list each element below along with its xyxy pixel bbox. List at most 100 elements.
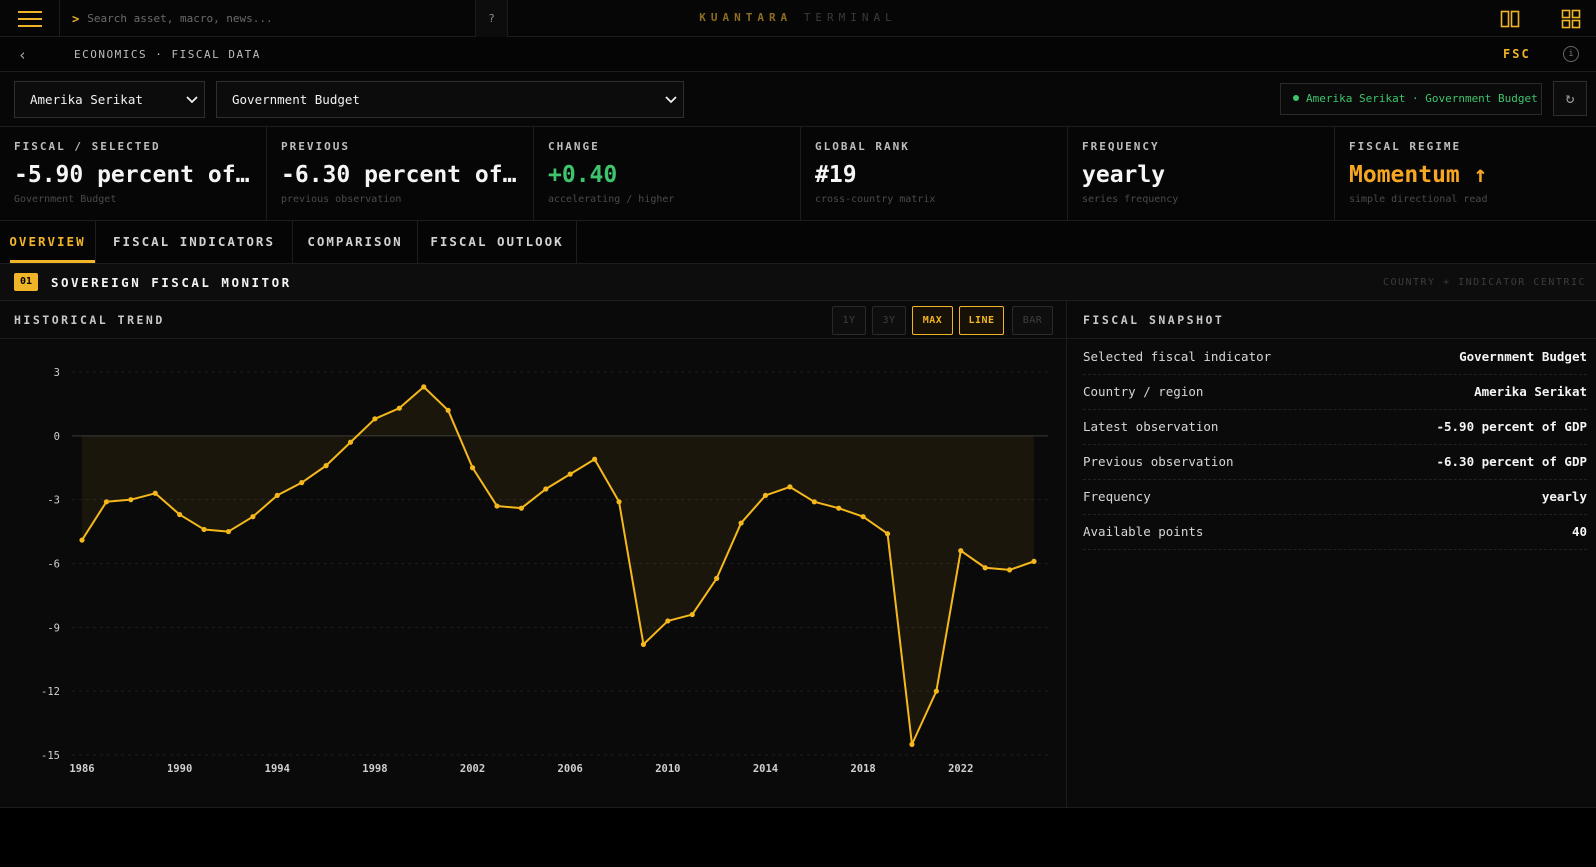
data-point [884,531,891,537]
country-select-value: Amerika Serikat [30,92,143,107]
range-1y-button[interactable]: 1Y [832,306,866,335]
snapshot-value: 40 [1571,524,1587,539]
bar-mode-button[interactable]: BAR [1012,306,1053,335]
brand-primary: KUANTARA [699,11,793,24]
data-point [933,688,939,694]
breadcrumb: ECONOMICS · FISCAL DATA [74,48,261,61]
chevron-down-icon [665,96,677,104]
data-point [469,465,476,471]
section-number-badge: 01 [14,273,38,291]
y-tick-label: -6 [47,559,60,571]
section-header: 01 SOVEREIGN FISCAL MONITOR COUNTRY + IN… [0,264,1596,301]
x-tick-label: 2002 [460,763,485,775]
snapshot-value: yearly [1541,489,1587,504]
menu-button[interactable] [0,0,60,37]
grid-view-icon[interactable] [1561,9,1581,29]
split-view-icon[interactable] [1500,9,1520,29]
help-button[interactable]: ? [476,0,508,37]
stat-subtitle: simple directional read [1349,194,1488,205]
data-point [762,492,769,499]
data-point [103,499,110,505]
range-max-button[interactable]: MAX [912,306,953,335]
data-point [1006,567,1013,573]
search-input[interactable] [87,12,468,25]
indicator-select[interactable]: Government Budget [216,81,684,118]
data-point [518,505,524,511]
stat-label: FISCAL REGIME [1349,140,1462,153]
stat-value: +0.40 [548,162,618,188]
data-point [128,497,134,503]
x-tick-label: 2010 [655,763,680,775]
range-3y-button[interactable]: 3Y [872,306,906,335]
breadcrumb-bar: ‹ ECONOMICS · FISCAL DATA FSC i [0,37,1596,72]
fiscal-snapshot-panel: FISCAL SNAPSHOT Selected fiscal indicato… [1067,301,1596,808]
x-tick-label: 1986 [69,763,94,775]
data-point [787,484,793,490]
snapshot-value: -6.30 percent of GDP [1436,454,1587,469]
data-point [250,514,256,520]
snapshot-row: Available points 40 [1083,515,1587,550]
tab-bar: OVERVIEW FISCAL INDICATORS COMPARISON FI… [0,221,1596,264]
data-point [616,499,622,505]
stat-label: FREQUENCY [1082,140,1160,153]
data-point [323,463,329,469]
y-tick-label: -3 [47,495,60,507]
data-point [714,575,720,581]
section-tag: COUNTRY + INDICATOR CENTRIC [1382,277,1586,288]
tab-comparison[interactable]: COMPARISON [293,221,418,263]
data-point [689,611,695,618]
stats-strip: FISCAL / SELECTED -5.90 percent of GDP G… [0,127,1596,221]
brand-secondary: TERMINAL [803,11,897,24]
section-title: SOVEREIGN FISCAL MONITOR [51,275,292,290]
snapshot-row: Selected fiscal indicator Government Bud… [1083,340,1587,375]
stat-label: FISCAL / SELECTED [14,140,161,153]
x-tick-label: 1994 [265,763,290,775]
stat-subtitle: Government Budget [14,194,117,205]
tab-fiscal-indicators[interactable]: FISCAL INDICATORS [96,221,293,263]
y-tick-label: -15 [41,750,60,762]
stat-label: PREVIOUS [281,140,350,153]
stat-card-change: CHANGE +0.40 accelerating / higher [534,127,801,221]
indicator-select-value: Government Budget [232,92,360,107]
data-point [494,503,500,509]
x-tick-label: 1998 [362,763,387,775]
top-bar: > ? KUANTARA TERMINAL [0,0,1596,37]
y-tick-label: -9 [47,622,60,634]
info-icon[interactable]: i [1563,46,1579,62]
tab-overview[interactable]: OVERVIEW [0,221,96,263]
stat-subtitle: series frequency [1082,194,1179,205]
stat-value: -6.30 percent of GDP [281,162,519,188]
y-tick-label: 0 [54,431,60,443]
data-point [201,526,207,533]
refresh-button[interactable]: ↻ [1553,81,1587,116]
data-point [274,492,280,499]
data-point [421,384,427,390]
snapshot-row: Previous observation -6.30 percent of GD… [1083,445,1587,480]
snapshot-value: Government Budget [1459,349,1587,364]
stat-label: CHANGE [548,140,600,153]
chart-panel-header: HISTORICAL TREND 1Y 3Y MAX LINE BAR [0,301,1066,339]
data-point [811,499,817,505]
data-point [372,416,378,422]
back-chevron-icon[interactable]: ‹ [18,45,42,65]
data-point [299,480,305,486]
selection-status-badge[interactable]: Amerika Serikat · Government Budget [1280,83,1542,115]
stat-subtitle: cross-country matrix [815,194,936,205]
snapshot-key: Available points [1083,524,1204,539]
stat-card-regime: FISCAL REGIME Momentum ↑ simple directio… [1335,127,1596,221]
data-point [665,618,671,624]
stat-value: yearly [1082,162,1166,188]
snapshot-key: Country / region [1083,384,1204,399]
data-point [982,565,988,571]
line-mode-button[interactable]: LINE [959,306,1004,335]
snapshot-value: -5.90 percent of GDP [1436,419,1587,434]
data-point [567,471,573,477]
data-point [177,511,183,518]
snapshot-key: Selected fiscal indicator [1083,349,1272,364]
x-tick-label: 2006 [558,763,583,775]
stat-card-frequency: FREQUENCY yearly series frequency [1068,127,1335,221]
country-select[interactable]: Amerika Serikat [14,81,205,118]
tab-fiscal-outlook[interactable]: FISCAL OUTLOOK [418,221,577,263]
stat-subtitle: accelerating / higher [548,194,675,205]
data-point [445,407,451,413]
